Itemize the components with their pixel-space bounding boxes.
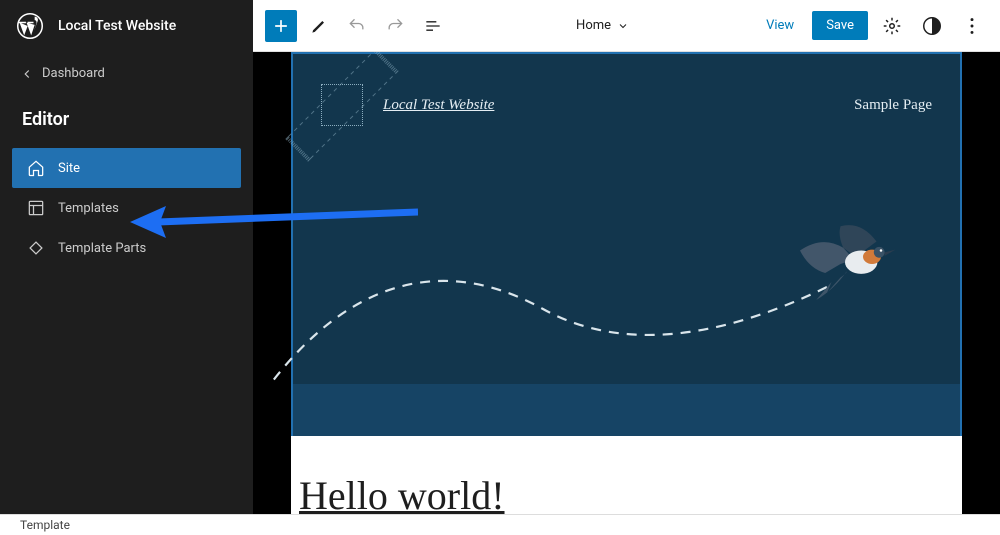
site-header-row: Local Test Website Sample Page	[293, 54, 960, 126]
back-label: Dashboard	[42, 66, 105, 81]
editor-footer-breadcrumb[interactable]: Template	[0, 514, 1000, 535]
sidebar-section-title: Editor	[0, 95, 253, 140]
chevron-left-icon	[20, 67, 34, 81]
nav-link-sample-page[interactable]: Sample Page	[854, 97, 932, 114]
nav-label: Site	[58, 161, 80, 176]
sidebar-item-template-parts[interactable]: Template Parts	[12, 228, 241, 268]
hero-header-block[interactable]: Local Test Website Sample Page	[293, 54, 960, 384]
pencil-icon	[309, 16, 329, 36]
save-button[interactable]: Save	[812, 11, 868, 40]
more-options-button[interactable]	[956, 10, 988, 42]
list-icon	[423, 16, 443, 36]
edit-mode-button[interactable]	[303, 10, 335, 42]
add-block-button[interactable]	[265, 10, 297, 42]
nav-label: Template Parts	[58, 241, 146, 256]
back-to-dashboard-link[interactable]: Dashboard	[0, 52, 253, 95]
diamond-icon	[26, 238, 46, 258]
toolbar-left	[265, 10, 449, 42]
contrast-icon	[921, 15, 943, 37]
wordpress-logo-icon	[16, 12, 44, 40]
layout-icon	[26, 198, 46, 218]
bird-illustration	[790, 219, 900, 309]
gear-icon	[881, 15, 903, 37]
document-switcher[interactable]: Home	[449, 18, 756, 33]
editor-sidebar: Local Test Website Dashboard Editor Site…	[0, 0, 253, 514]
sidebar-item-site[interactable]: Site	[12, 148, 241, 188]
sidebar-nav: Site Templates Template Parts	[0, 140, 253, 276]
home-icon	[26, 158, 46, 178]
chevron-down-icon	[617, 20, 629, 32]
toolbar-right: View Save	[756, 10, 988, 42]
plus-icon	[271, 16, 291, 36]
more-vertical-icon	[961, 15, 983, 37]
view-link[interactable]: View	[756, 12, 804, 39]
content-area[interactable]: Hello world!	[291, 436, 962, 514]
styles-button[interactable]	[916, 10, 948, 42]
sidebar-header: Local Test Website	[0, 0, 253, 52]
site-logo-placeholder[interactable]	[321, 84, 363, 126]
site-title: Local Test Website	[58, 18, 176, 34]
sidebar-item-templates[interactable]: Templates	[12, 188, 241, 228]
editor-toolbar: Home View Save	[253, 0, 1000, 52]
nav-label: Templates	[58, 201, 119, 216]
undo-icon	[347, 16, 367, 36]
site-brand-link[interactable]: Local Test Website	[383, 97, 494, 114]
redo-button[interactable]	[379, 10, 411, 42]
undo-button[interactable]	[341, 10, 373, 42]
redo-icon	[385, 16, 405, 36]
block-selection-overlay	[293, 384, 960, 438]
post-title-link[interactable]: Hello world!	[299, 472, 954, 514]
settings-button[interactable]	[876, 10, 908, 42]
list-view-button[interactable]	[417, 10, 449, 42]
doc-label: Home	[576, 18, 611, 33]
editor-canvas[interactable]: Local Test Website Sample Page	[253, 52, 1000, 514]
editor-main: Home View Save	[253, 0, 1000, 514]
breadcrumb-item: Template	[20, 518, 70, 532]
